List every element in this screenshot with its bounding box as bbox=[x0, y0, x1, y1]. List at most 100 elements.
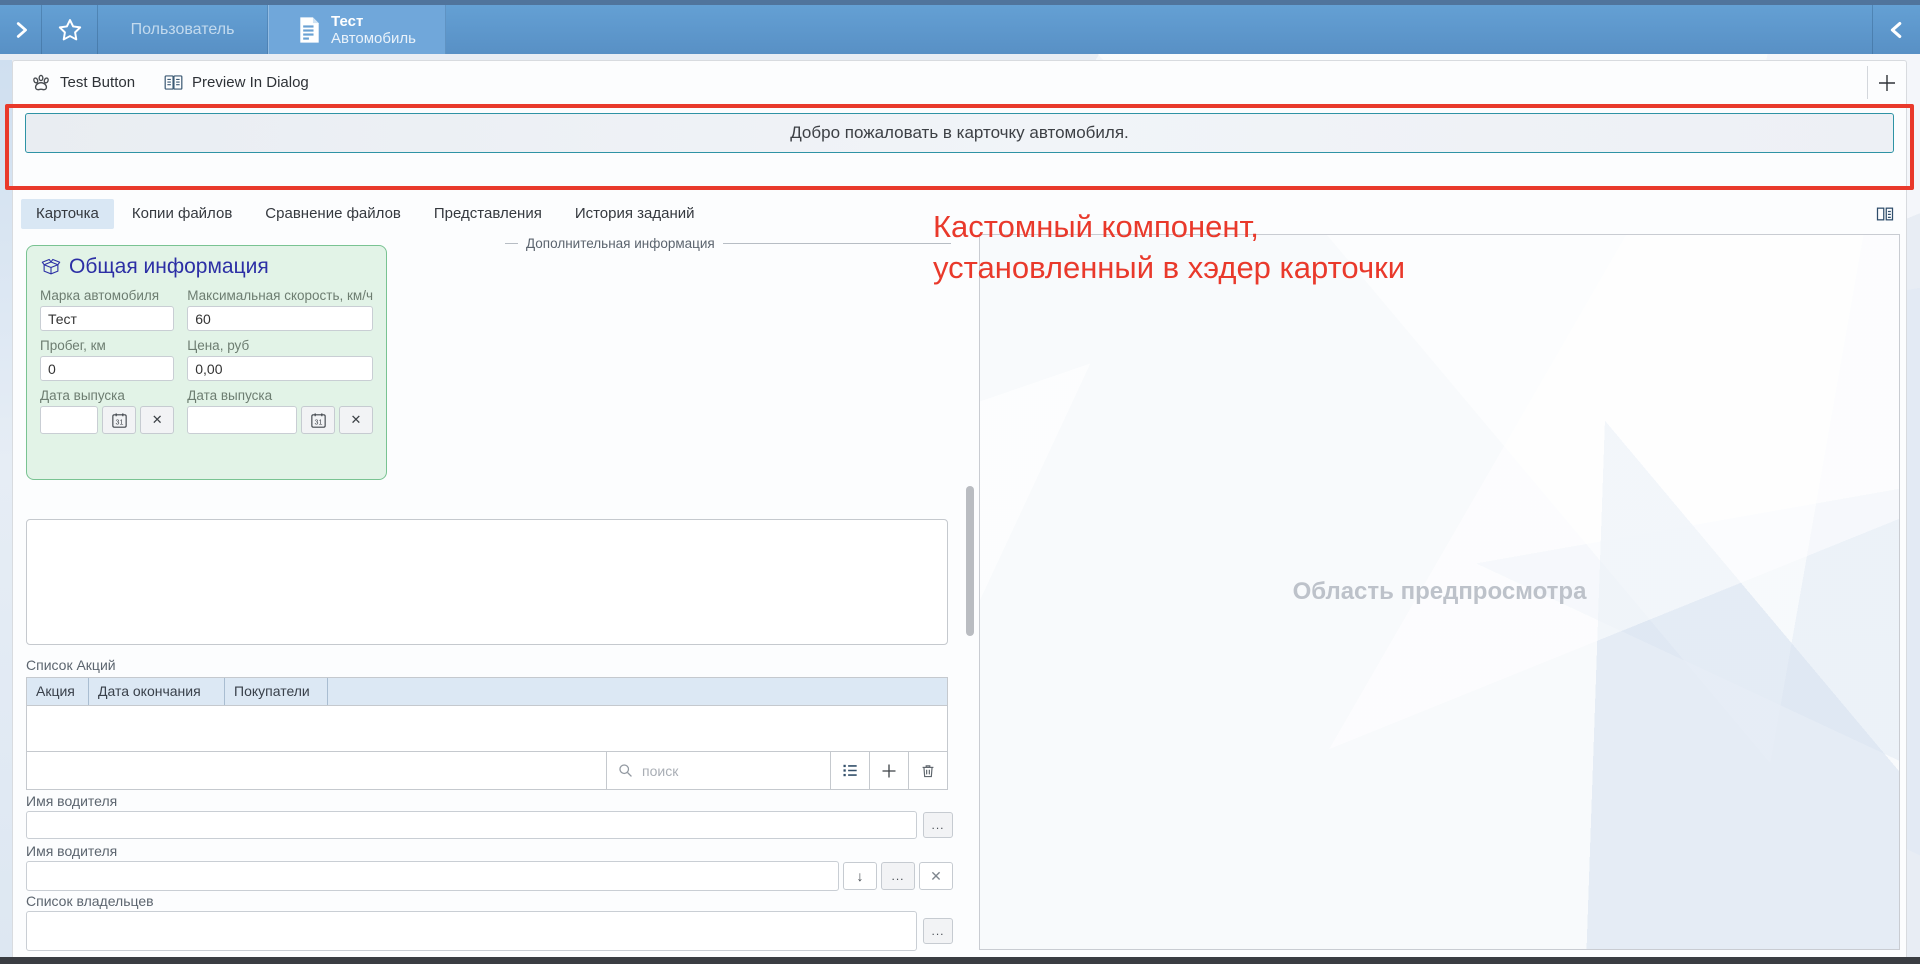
max-speed-input[interactable] bbox=[187, 306, 373, 331]
ellipsis-icon: ... bbox=[931, 926, 944, 936]
owners-list-label: Список владельцев bbox=[26, 893, 154, 909]
column-header-action[interactable]: Акция bbox=[27, 678, 89, 705]
tab-user[interactable]: Пользователь bbox=[98, 5, 268, 54]
price-input[interactable] bbox=[187, 356, 373, 381]
driver-name-2-input[interactable] bbox=[26, 861, 839, 891]
max-speed-label: Максимальная скорость, км/ч bbox=[187, 288, 373, 303]
welcome-banner: Добро пожаловать в карточку автомобиля. bbox=[25, 113, 1894, 153]
down-arrow-icon: ↓ bbox=[857, 868, 864, 884]
splitter-handle[interactable] bbox=[966, 486, 974, 636]
panel-splitter[interactable] bbox=[961, 231, 979, 957]
card-tab-title: Тест bbox=[331, 13, 416, 30]
mileage-input[interactable] bbox=[40, 356, 174, 381]
chevron-right-icon bbox=[10, 19, 32, 41]
calendar-icon: 31 bbox=[309, 411, 328, 430]
driver-name-1-row: ... bbox=[26, 811, 953, 839]
top-navigation-bar: Пользователь Тест Автомобиль bbox=[0, 5, 1920, 54]
card-content: Дополнительная информация О bbox=[13, 231, 1906, 957]
test-button-label: Test Button bbox=[60, 74, 135, 91]
card-toolbar: Test Button Preview In Dialog bbox=[13, 61, 1906, 105]
general-info-group: Общая информация Марка автомобиля Максим… bbox=[26, 245, 387, 480]
expand-menu-button[interactable] bbox=[0, 5, 42, 54]
welcome-banner-text: Добро пожаловать в карточку автомобиля. bbox=[790, 123, 1129, 143]
tab-card-active[interactable]: Тест Автомобиль bbox=[268, 5, 446, 54]
actions-search-input[interactable] bbox=[642, 763, 820, 779]
document-icon bbox=[298, 16, 321, 44]
release-date-1-label: Дата выпуска bbox=[40, 388, 174, 403]
search-icon bbox=[617, 762, 634, 779]
add-tab-button[interactable] bbox=[1870, 66, 1904, 100]
window-bottom-edge bbox=[0, 957, 1920, 964]
plus-icon bbox=[879, 761, 899, 781]
clear-icon: ✕ bbox=[351, 412, 362, 428]
release-date-1-calendar-button[interactable]: 31 bbox=[102, 406, 136, 434]
tab-user-label: Пользователь bbox=[131, 21, 235, 39]
release-date-2-clear-button[interactable]: ✕ bbox=[339, 406, 373, 434]
column-header-end-date[interactable]: Дата окончания bbox=[89, 678, 225, 705]
test-button[interactable]: Test Button bbox=[30, 72, 135, 94]
favorites-button[interactable] bbox=[42, 5, 98, 54]
actions-search-box bbox=[606, 752, 830, 789]
owners-list-input[interactable] bbox=[26, 911, 917, 951]
driver-name-2-label: Имя водителя bbox=[26, 843, 117, 859]
chevron-left-icon bbox=[1886, 19, 1908, 41]
toggle-preview-layout-button[interactable] bbox=[1872, 201, 1898, 227]
owners-list-select-button[interactable]: ... bbox=[923, 918, 953, 944]
brand-input[interactable] bbox=[40, 306, 174, 331]
calendar-icon: 31 bbox=[110, 411, 129, 430]
card-panel: Test Button Preview In Dialog Добро пожа… bbox=[12, 60, 1907, 957]
clear-icon: ✕ bbox=[930, 868, 942, 885]
paw-icon bbox=[30, 72, 52, 94]
delete-row-button[interactable] bbox=[908, 752, 947, 789]
preview-panel: Область предпросмотра bbox=[979, 234, 1900, 950]
driver-name-1-input[interactable] bbox=[26, 811, 917, 839]
add-row-button[interactable] bbox=[869, 752, 908, 789]
release-date-1-clear-button[interactable]: ✕ bbox=[140, 406, 174, 434]
mileage-label: Пробег, км bbox=[40, 338, 174, 353]
driver-name-2-clear-button[interactable]: ✕ bbox=[919, 862, 953, 890]
ellipsis-icon: ... bbox=[891, 871, 904, 881]
release-date-2-label: Дата выпуска bbox=[187, 388, 373, 403]
preview-in-dialog-button[interactable]: Preview In Dialog bbox=[163, 72, 309, 93]
driver-name-1-label: Имя водителя bbox=[26, 793, 117, 809]
collapse-right-panel-button[interactable] bbox=[1872, 5, 1920, 54]
open-box-icon bbox=[40, 256, 62, 278]
tab-task-history[interactable]: История заданий bbox=[560, 199, 710, 229]
column-header-buyers[interactable]: Покупатели bbox=[225, 678, 328, 705]
actions-list-label: Список Акций bbox=[26, 657, 116, 673]
toolbar-separator bbox=[1867, 66, 1868, 99]
preview-in-dialog-label: Preview In Dialog bbox=[192, 74, 309, 91]
svg-text:31: 31 bbox=[314, 418, 322, 426]
release-date-2-calendar-button[interactable]: 31 bbox=[301, 406, 335, 434]
ellipsis-icon: ... bbox=[931, 820, 944, 830]
release-date-1-input[interactable] bbox=[40, 406, 98, 434]
driver-name-1-select-button[interactable]: ... bbox=[923, 812, 953, 838]
tab-views[interactable]: Представления bbox=[419, 199, 557, 229]
notes-textarea[interactable] bbox=[26, 519, 948, 645]
list-icon bbox=[841, 761, 860, 780]
tab-file-compare[interactable]: Сравнение файлов bbox=[250, 199, 416, 229]
tab-card[interactable]: Карточка bbox=[21, 199, 114, 229]
card-tabs-bar: Карточка Копии файлов Сравнение файлов П… bbox=[21, 199, 1866, 229]
actions-table-header: Акция Дата окончания Покупатели bbox=[26, 677, 948, 706]
tab-file-copies[interactable]: Копии файлов bbox=[117, 199, 247, 229]
owners-list-row: ... bbox=[26, 911, 953, 951]
clear-icon: ✕ bbox=[152, 412, 163, 428]
price-label: Цена, руб bbox=[187, 338, 373, 353]
driver-name-2-row: ↓ ... ✕ bbox=[26, 861, 953, 891]
card-form: Дополнительная информация О bbox=[13, 231, 961, 957]
select-from-list-button[interactable] bbox=[830, 752, 869, 789]
actions-table-body[interactable] bbox=[26, 706, 948, 752]
split-view-icon bbox=[1875, 204, 1895, 224]
window-left-edge bbox=[0, 60, 12, 957]
release-date-2-input[interactable] bbox=[187, 406, 297, 434]
driver-name-2-dropdown-button[interactable]: ↓ bbox=[843, 862, 877, 890]
actions-table: Акция Дата окончания Покупатели bbox=[26, 677, 948, 790]
plus-icon bbox=[1875, 71, 1899, 95]
additional-info-label: Дополнительная информация bbox=[526, 236, 715, 251]
trash-icon bbox=[919, 762, 937, 780]
brand-label: Марка автомобиля bbox=[40, 288, 174, 303]
driver-name-2-select-button[interactable]: ... bbox=[881, 862, 915, 890]
additional-info-group: Дополнительная информация bbox=[505, 235, 951, 251]
svg-text:31: 31 bbox=[115, 418, 123, 426]
